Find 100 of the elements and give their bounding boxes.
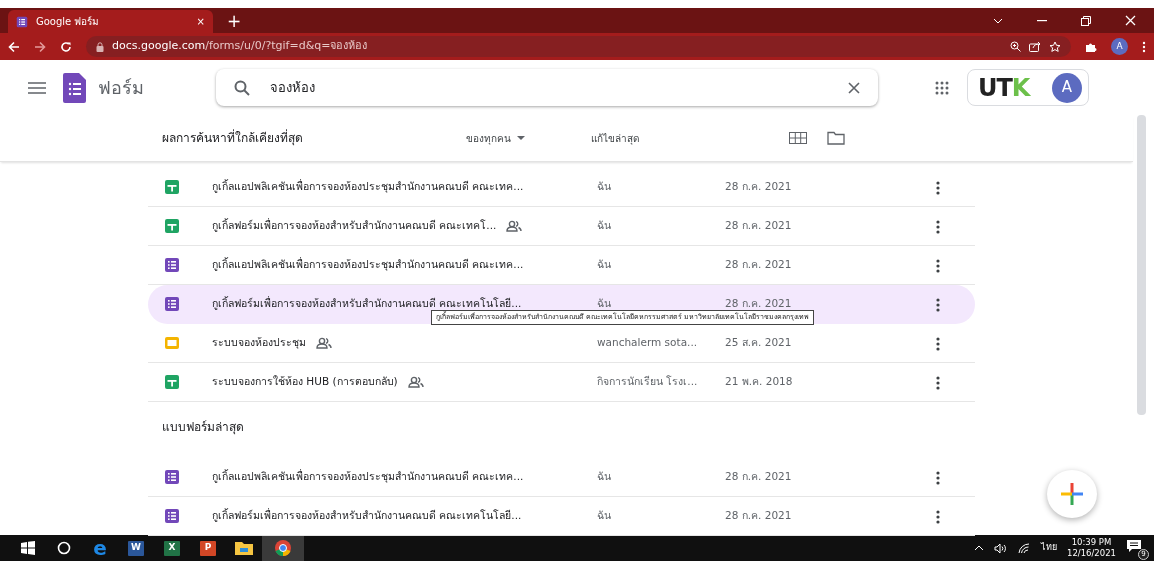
- section-heading: ผลการค้นหาที่ใกล้เคียงที่สุด: [162, 129, 303, 147]
- forms-file-icon: [164, 296, 180, 312]
- lock-icon: [96, 41, 104, 52]
- file-row[interactable]: กูเกิ้ลแอปพลิเคชันเพื่อการจองห้องประชุมสำนักงานคณบดี คณะเทค... ฉัน 28 ก.ค. 2021: [148, 168, 975, 207]
- wifi-icon[interactable]: [1018, 542, 1031, 554]
- powerpoint-icon: P: [200, 540, 216, 556]
- more-icon: [936, 297, 940, 312]
- search-icon[interactable]: [234, 79, 250, 96]
- apps-grid-icon[interactable]: [935, 80, 949, 95]
- word-icon: W: [128, 540, 144, 556]
- file-date: 28 ก.ค. 2021: [725, 218, 793, 234]
- sheets-file-icon: [164, 179, 180, 195]
- menu-icon[interactable]: [28, 81, 46, 94]
- caret-icon: [517, 136, 525, 140]
- file-title: ระบบจองการใช้ห้อง HUB (การตอบกลับ): [212, 374, 398, 390]
- more-icon: [936, 258, 940, 273]
- profile-avatar[interactable]: A: [1111, 38, 1128, 55]
- new-form-button[interactable]: [1047, 470, 1097, 518]
- excel-icon: X: [164, 540, 180, 556]
- taskbar-app[interactable]: P: [190, 535, 226, 561]
- file-date: 25 ส.ค. 2021: [725, 335, 793, 351]
- clear-search-icon[interactable]: [848, 81, 860, 94]
- reload-icon[interactable]: [60, 40, 72, 53]
- file-title: กูเกิ้ลแอปพลิเคชันเพื่อการจองห้องประชุมสำนักงานคณบดี คณะเทค...: [212, 469, 524, 485]
- chevron-up-icon[interactable]: [974, 545, 984, 551]
- close-icon[interactable]: [1125, 15, 1136, 26]
- taskbar-app[interactable]: e: [82, 535, 118, 561]
- close-tab-button[interactable]: ×: [196, 14, 205, 29]
- file-owner: ฉัน: [597, 218, 612, 234]
- file-row[interactable]: ระบบจองห้องประชุม wanchalerm sota... 25 ส.ค. 2021: [148, 324, 975, 363]
- owner-filter-dropdown[interactable]: ของทุกคน: [466, 130, 525, 146]
- file-owner: ฉัน: [597, 179, 612, 195]
- file-date: 28 ก.ค. 2021: [725, 469, 793, 485]
- file-row[interactable]: กูเกิ้ลแอปพลิเคชันเพื่อการจองห้องประชุมสำนักงานคณบดี คณะเทค... ฉัน 28 ก.ค. 2021: [148, 458, 975, 497]
- scrollbar[interactable]: [1137, 115, 1146, 415]
- zoom-icon[interactable]: [1010, 41, 1021, 52]
- chrome-icon: [274, 539, 292, 557]
- star-icon[interactable]: [1049, 40, 1061, 53]
- taskbar-app[interactable]: W: [118, 535, 154, 561]
- more-icon: [936, 375, 940, 390]
- language-indicator[interactable]: ไทย: [1041, 541, 1057, 555]
- file-date: 28 ก.ค. 2021: [725, 508, 793, 524]
- taskbar-app[interactable]: X: [154, 535, 190, 561]
- section-heading: แบบฟอร์มล่าสุด: [162, 419, 244, 436]
- sort-button[interactable]: แก้ไขล่าสุด: [591, 130, 639, 146]
- slides-file-icon: [164, 335, 180, 351]
- taskbar-app[interactable]: [262, 535, 304, 561]
- file-owner: ฉัน: [597, 257, 612, 273]
- back-arrow-icon[interactable]: [8, 40, 20, 53]
- account-avatar[interactable]: A: [1052, 72, 1082, 103]
- search-bar[interactable]: จองห้อง: [216, 69, 878, 106]
- speaker-icon[interactable]: [994, 542, 1008, 554]
- minimize-icon[interactable]: [1037, 19, 1047, 22]
- restore-icon[interactable]: [1081, 15, 1091, 26]
- notification-icon[interactable]: [1126, 539, 1142, 553]
- file-title: กูเกิ้ลฟอร์มเพื่อการจองห้องสำหรับสำนักงานคณบดี คณะเทคโนโลยี...: [212, 508, 522, 524]
- windows-logo-icon: [21, 541, 35, 555]
- forms-file-icon: [164, 508, 180, 524]
- folder-icon: [235, 541, 253, 555]
- more-icon[interactable]: [1142, 40, 1146, 53]
- more-icon: [936, 509, 940, 524]
- clock-date[interactable]: 12/16/2021: [1067, 548, 1116, 559]
- more-icon: [936, 470, 940, 485]
- file-date: 28 ก.ค. 2021: [725, 296, 793, 312]
- forms-icon: [16, 15, 28, 28]
- file-date: 28 ก.ค. 2021: [725, 179, 793, 195]
- search-field[interactable]: จองห้อง: [268, 76, 830, 99]
- file-row[interactable]: ระบบจองการใช้ห้อง HUB (การตอบกลับ) กิจการนักเรียน โรงเ... 21 พ.ค. 2018: [148, 363, 975, 402]
- folder-icon[interactable]: [827, 131, 845, 145]
- file-date: 28 ก.ค. 2021: [725, 257, 793, 273]
- tab-title: Google ฟอร์ม: [36, 15, 101, 29]
- file-owner: ฉัน: [597, 469, 612, 485]
- forms-file-icon: [164, 469, 180, 485]
- edge-icon: e: [93, 538, 107, 558]
- file-owner: ฉัน: [597, 508, 612, 524]
- grid-view-icon[interactable]: [789, 132, 807, 144]
- file-title: กูเกิ้ลแอปพลิเคชันเพื่อการจองห้องประชุมสำนักงานคณบดี คณะเทค...: [212, 179, 524, 195]
- file-owner: wanchalerm sota...: [597, 335, 699, 351]
- clock-time[interactable]: 10:39 PM: [1067, 537, 1116, 548]
- sheets-file-icon: [164, 218, 180, 234]
- forms-logo-icon: [62, 72, 88, 103]
- file-title: กูเกิ้ลแอปพลิเคชันเพื่อการจองห้องประชุมสำนักงานคณบดี คณะเทค...: [212, 257, 524, 273]
- file-row[interactable]: กูเกิ้ลฟอร์มเพื่อการจองห้องสำหรับสำนักงานคณบดี คณะเทคโ... ฉัน 28 ก.ค. 2021: [148, 207, 975, 246]
- file-title: กูเกิ้ลฟอร์มเพื่อการจองห้องสำหรับสำนักงานคณบดี คณะเทคโนโลยี...: [212, 296, 522, 311]
- plus-icon: [1061, 483, 1083, 505]
- file-owner: ฉัน: [597, 296, 612, 312]
- share-icon[interactable]: [1029, 41, 1041, 52]
- new-tab-button[interactable]: +: [213, 13, 256, 33]
- sheets-file-icon: [164, 374, 180, 390]
- utk-logo: UTK: [978, 75, 1030, 100]
- circle-icon: [57, 541, 71, 555]
- forms-file-icon: [164, 257, 180, 273]
- file-title: กูเกิ้ลฟอร์มเพื่อการจองห้องสำหรับสำนักงานคณบดี คณะเทคโ...: [212, 218, 497, 234]
- forward-arrow-icon[interactable]: [34, 40, 46, 53]
- app-title: ฟอร์ม: [98, 76, 145, 100]
- file-title: ระบบจองห้องประชุม: [212, 335, 306, 351]
- chevron-down-icon[interactable]: [993, 17, 1003, 24]
- browser-tab[interactable]: Google ฟอร์ม ×: [8, 10, 213, 33]
- file-date: 21 พ.ค. 2018: [725, 374, 794, 390]
- more-icon: [936, 336, 940, 351]
